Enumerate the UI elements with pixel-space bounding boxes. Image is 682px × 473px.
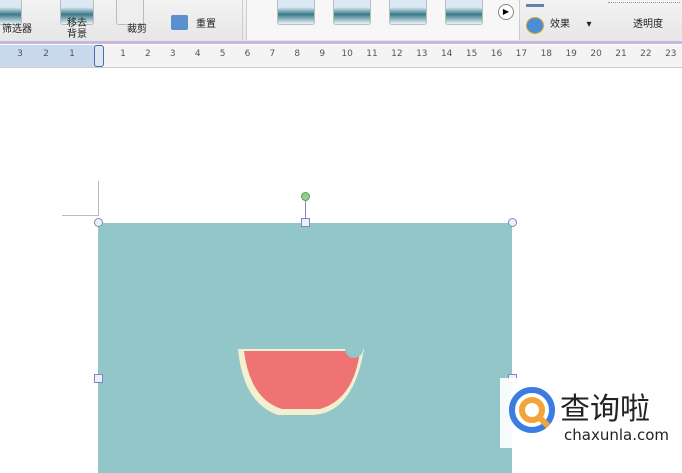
chevron-down-icon[interactable]: ▾ — [584, 19, 594, 30]
horizontal-ruler[interactable]: 3 2 1 1 2 3 4 5 6 7 8 9 10 11 12 13 14 15 16 17 18 19 20 21 2… — [0, 45, 682, 68]
filter-button[interactable] — [0, 0, 22, 25]
resize-handle-top-left[interactable] — [94, 218, 103, 227]
picture-style-1[interactable] — [277, 0, 315, 25]
ruler-number: 16 — [490, 49, 503, 59]
reset-picture-icon[interactable] — [171, 15, 188, 30]
resize-handle-left[interactable] — [94, 374, 103, 383]
transparency-label: 透明度 — [633, 19, 663, 30]
crop-mark — [62, 215, 98, 216]
ruler-number: 2 — [43, 49, 49, 59]
search-logo-icon — [509, 387, 555, 433]
ruler-number: 23 — [665, 49, 677, 59]
watermelon-slice — [238, 340, 364, 415]
rotate-handle[interactable] — [301, 192, 310, 201]
picture-styles-gallery: ▶ — [246, 0, 520, 40]
ruler-number: 20 — [590, 49, 602, 59]
ruler-number: 17 — [515, 49, 528, 59]
play-circle-icon[interactable]: ▶ — [498, 4, 514, 20]
reset-label[interactable]: 重置 — [192, 19, 220, 30]
ruler-number: 7 — [269, 49, 276, 59]
ruler-number: 18 — [540, 49, 553, 59]
ruler-number: 8 — [294, 49, 301, 59]
ruler-number: 21 — [615, 49, 627, 59]
resize-handle-top-right[interactable] — [508, 218, 517, 227]
ruler-number: 1 — [120, 49, 126, 59]
picture-style-2[interactable] — [333, 0, 371, 25]
ruler-number: 6 — [244, 49, 251, 59]
picture-format-ribbon: 筛选器 移去 背景 裁剪 重置 ▶ 效果 ▾ 透明度 — [0, 0, 682, 42]
crop-mark — [98, 181, 99, 216]
border-line-icon[interactable] — [526, 4, 544, 7]
picture-style-4[interactable] — [445, 0, 483, 25]
crop-icon[interactable] — [116, 0, 144, 25]
picture-style-3[interactable] — [389, 0, 427, 25]
ribbon-divider — [0, 41, 682, 44]
remove-background-label[interactable]: 移去 背景 — [60, 18, 94, 40]
crop-label[interactable]: 裁剪 — [120, 24, 154, 35]
ruler-number: 15 — [465, 49, 478, 59]
effects-button[interactable]: 效果 — [546, 19, 574, 30]
brand-url: chaxunla.com — [564, 426, 669, 444]
ruler-number: 3 — [169, 49, 176, 59]
resize-handle-top[interactable] — [301, 218, 310, 227]
ruler-number: 10 — [341, 49, 353, 59]
filter-label[interactable]: 筛选器 — [0, 24, 34, 35]
ruler-number: 5 — [219, 49, 226, 59]
indent-marker[interactable] — [94, 45, 104, 67]
ruler-number: 13 — [416, 49, 428, 59]
watermelon-picture[interactable] — [98, 223, 512, 473]
brand-name: 查询啦 — [560, 392, 650, 427]
ruler-number: 12 — [391, 49, 403, 59]
ruler-number: 1 — [69, 49, 75, 59]
ruler-number: 14 — [440, 49, 453, 59]
ruler-number: 2 — [145, 49, 151, 59]
ruler-number: 4 — [194, 49, 201, 59]
effects-icon[interactable] — [526, 17, 544, 34]
ruler-number: 3 — [17, 49, 23, 59]
ruler-number: 22 — [640, 49, 652, 59]
ruler-number: 19 — [565, 49, 577, 59]
ruler-number: 9 — [319, 49, 326, 59]
watermark: 查询啦 chaxunla.com — [500, 378, 682, 448]
ruler-number: 11 — [366, 49, 378, 59]
transparency-slider[interactable] — [608, 2, 680, 4]
